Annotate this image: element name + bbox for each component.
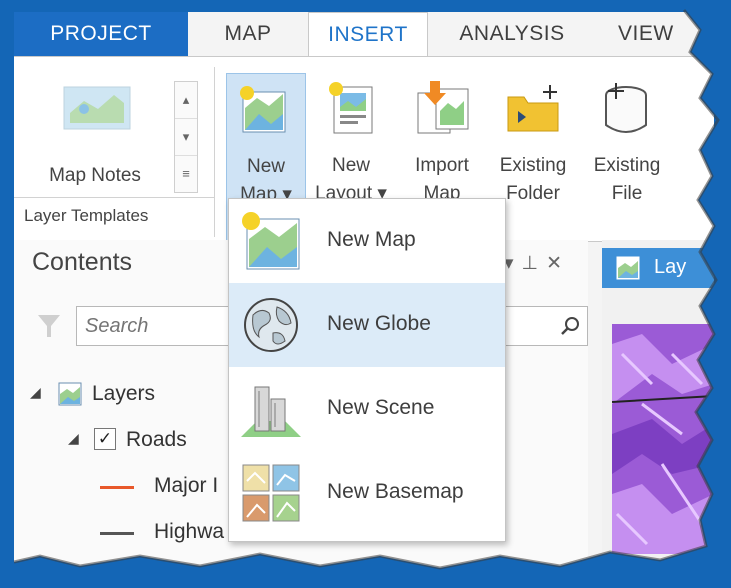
layer-templates-label: Layer Templates [24,206,149,225]
menu-label-new-map: New Map [327,228,416,251]
map-notes-label: Map Notes [49,165,141,186]
tree-item-layers[interactable]: ◢ Layers [30,380,230,410]
new-map-icon [240,86,286,133]
menu-item-new-scene[interactable]: New Scene [229,367,505,451]
existing-file-button[interactable]: Existing File [584,73,670,223]
contents-title: Contents [32,248,133,276]
map-tab-icon [616,256,640,280]
map-canvas[interactable] [612,324,714,554]
map-notes-gallery[interactable]: Map Notes [20,65,170,205]
search-icon[interactable] [559,315,581,337]
new-layout-label-1: New [331,155,370,176]
folder-icon [507,85,559,132]
filter-icon[interactable] [36,312,62,340]
new-scene-icon [241,386,301,437]
tree-label-roads: Roads [126,428,187,451]
menu-label-new-scene: New Scene [327,396,435,419]
existing-file-label-2: File [611,183,643,204]
existing-folder-label-1: Existing [499,155,567,176]
menu-item-new-basemap[interactable]: New Basemap [229,451,505,535]
map-notes-icon [63,86,131,130]
close-icon[interactable]: ✕ [546,253,570,274]
app-window: PROJECT MAP INSERT ANALYSIS VIEW Map Not… [14,12,714,572]
map-tab-label: Lay [654,256,687,278]
group-separator [214,67,215,237]
expand-arrow-icon[interactable]: ◢ [68,430,79,447]
visibility-checkbox[interactable]: ✓ [94,428,116,450]
import-map-label-1: Import [415,155,469,176]
legend-label-highway: Highwa [154,520,225,543]
menu-item-new-map[interactable]: New Map [229,199,505,283]
new-basemap-icon [242,464,300,522]
map-terrain [612,324,714,554]
highway-swatch [100,532,134,535]
gallery-scroll[interactable]: ▴ ▾ ≡ [174,81,198,193]
new-map-icon [242,212,300,270]
new-map-dropdown: New Map New Globe New Scene New Basemap [228,198,506,542]
tree-label-layers: Layers [92,382,156,405]
gallery-expand-icon[interactable]: ≡ [175,156,197,192]
tab-map[interactable]: MAP [188,12,308,56]
tab-analysis[interactable]: ANALYSIS [426,12,598,56]
tab-project[interactable]: PROJECT [14,12,188,56]
new-layout-icon [329,82,373,134]
pane-controls[interactable]: ▾⊥✕ [504,252,570,275]
new-map-label-1: New [246,156,285,177]
pin-icon[interactable]: ⊥ [522,253,547,274]
major-road-swatch [100,486,134,489]
menu-label-new-basemap: New Basemap [327,480,464,503]
map-view: Lay [602,240,714,572]
database-icon [605,83,647,133]
group-separator [14,197,214,198]
tab-insert[interactable]: INSERT [308,12,428,58]
menu-label-new-globe: New Globe [327,312,431,335]
scroll-down-icon[interactable]: ▾ [175,119,197,156]
expand-arrow-icon[interactable]: ◢ [30,384,41,401]
map-view-tab[interactable]: Lay [602,248,714,288]
legend-label-major: Major I [154,474,219,497]
tab-view[interactable]: VIEW [598,12,714,56]
map-icon [58,382,82,406]
import-map-icon [417,81,469,134]
existing-file-label-1: Existing [593,155,661,176]
menu-item-new-globe[interactable]: New Globe [229,283,505,367]
scroll-up-icon[interactable]: ▴ [175,82,197,119]
new-globe-icon [244,298,298,352]
